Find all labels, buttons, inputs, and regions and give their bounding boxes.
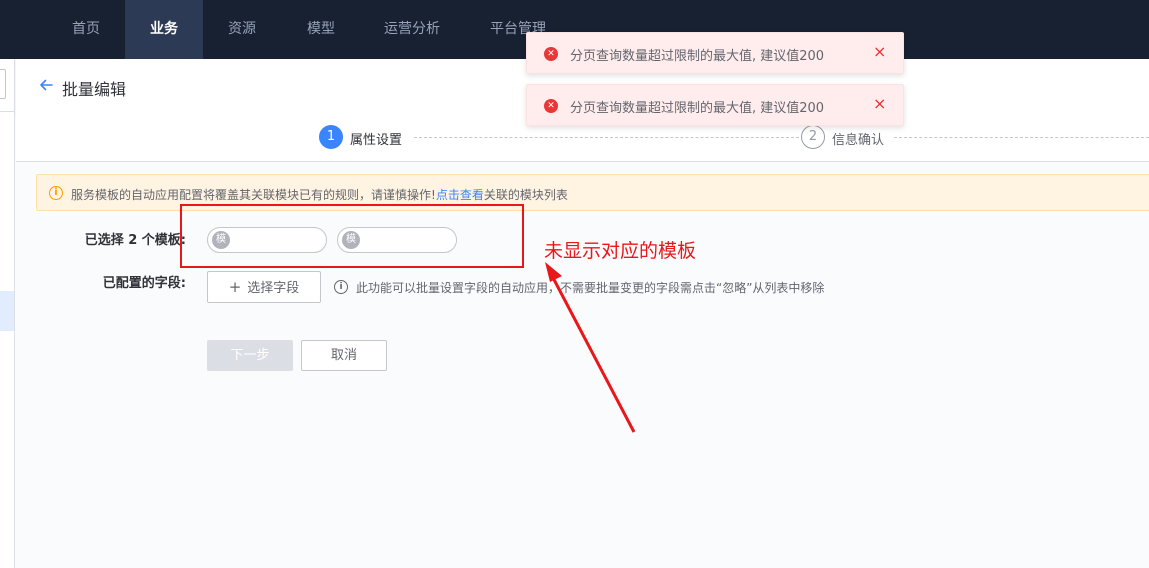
toast-message: 分页查询数量超过限制的最大值, 建议值200 [570,49,825,64]
nav-item-business[interactable]: 业务 [125,0,203,59]
info-icon: i [334,280,348,294]
select-field-label: 选择字段 [247,281,300,296]
alert-link[interactable]: 点击查看 [436,188,484,202]
error-toast: ✕ 分页查询数量超过限制的最大值, 建议值200 × [526,84,904,126]
back-arrow-icon[interactable] [38,77,54,93]
alert-text-after: 关联的模块列表 [483,188,568,202]
nav-item-home[interactable]: 首页 [52,0,120,59]
step-1-label: 属性设置 [350,133,403,148]
close-icon[interactable]: × [873,95,886,113]
sidebar-item-selected[interactable] [0,291,14,331]
configured-fields-label: 已配置的字段: [102,276,186,291]
annotation-arrow-icon [545,262,636,433]
step-connector [414,137,799,138]
alert-text-before: 服务模板的自动应用配置将覆盖其关联模块已有的规则，请谨慎操作! [71,188,436,202]
toast-message: 分页查询数量超过限制的最大值, 建议值200 [570,101,825,116]
error-icon: ✕ [544,99,558,113]
annotation-highlight-box [180,204,524,268]
alert-message: 服务模板的自动应用配置将覆盖其关联模块已有的规则，请谨慎操作!点击查看关联的模块… [71,186,568,203]
nav-item-model[interactable]: 模型 [286,0,356,59]
plus-icon: + [228,278,242,296]
nav-item-analytics[interactable]: 运营分析 [370,0,454,59]
nav-item-resource[interactable]: 资源 [207,0,277,59]
close-icon[interactable]: × [873,43,886,61]
error-icon: ✕ [544,47,558,61]
error-toast: ✕ 分页查询数量超过限制的最大值, 建议值200 × [526,32,904,74]
next-step-button[interactable]: 下一步 [207,340,293,371]
step-2-label: 信息确认 [832,133,885,148]
sidebar-divider [0,111,14,112]
cancel-button[interactable]: 取消 [301,340,387,371]
sidebar-search-box[interactable] [0,69,6,99]
step-1-number: 1 [319,125,343,149]
page-title: 批量编辑 [62,80,127,99]
templates-label: 已选择 2 个模板: [84,233,186,248]
sidebar [0,59,15,568]
step-connector-tail [894,137,1149,138]
step-2-number: 2 [801,125,825,149]
warning-icon: i [49,186,63,200]
select-field-button[interactable]: + 选择字段 [207,271,321,303]
